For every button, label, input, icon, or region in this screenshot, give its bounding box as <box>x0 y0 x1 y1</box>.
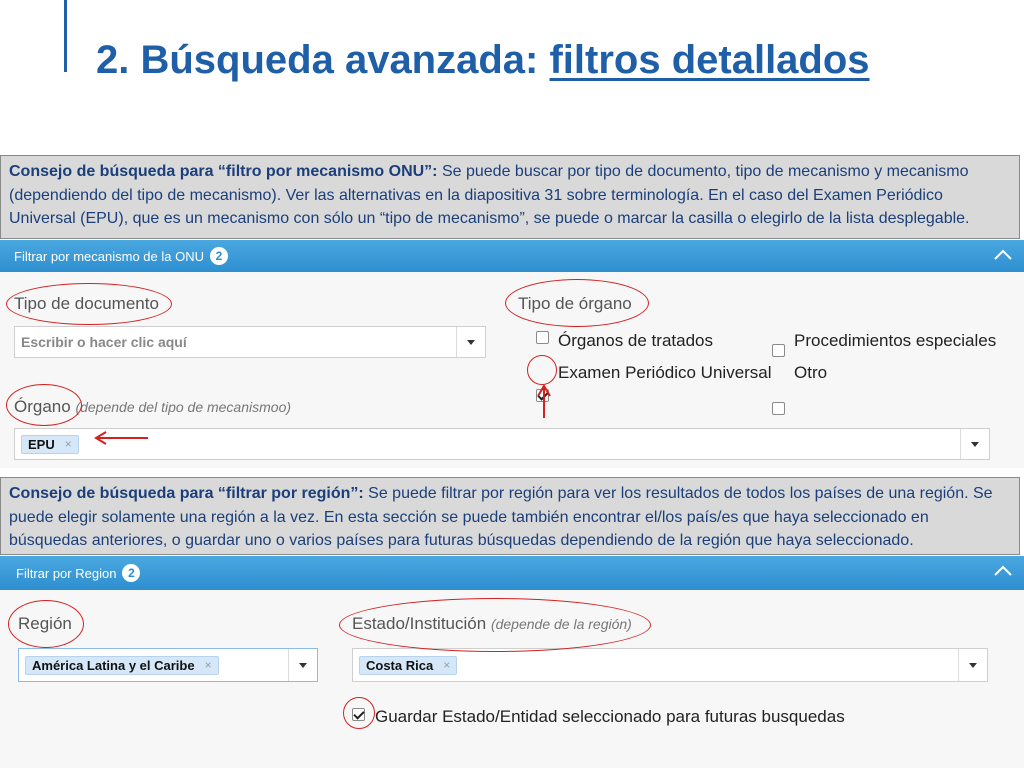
arrow-up-icon <box>537 384 551 418</box>
arrow-left-icon <box>94 431 148 445</box>
annotation-arrows <box>94 384 551 445</box>
